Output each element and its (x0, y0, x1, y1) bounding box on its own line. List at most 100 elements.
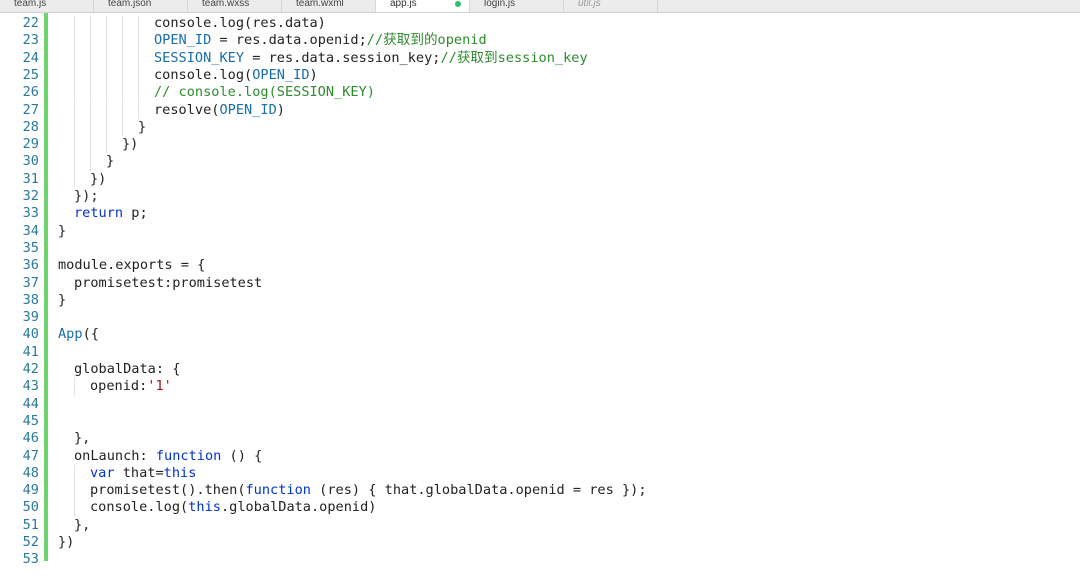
line-number: 36 (22, 257, 39, 274)
code-token: this (163, 464, 197, 481)
code-line[interactable]: 37 promisetest:promisetest (0, 275, 1080, 292)
indent-guide (74, 49, 75, 67)
line-number: 26 (22, 84, 39, 101)
code-line[interactable]: 43 openid:'1' (0, 378, 1080, 396)
code-text: promisetest:promisetest (74, 275, 262, 292)
code-line[interactable]: 31}) (0, 170, 1080, 188)
indent-guide (138, 101, 139, 119)
code-editor[interactable]: 22 console.log(res.data) 23 OPEN_ID = res.d… (0, 13, 1080, 577)
code-token: } (106, 153, 115, 170)
indent-guide (74, 101, 75, 119)
indent-guide (106, 136, 107, 154)
line-number: 51 (22, 516, 39, 533)
code-line[interactable]: 39 (0, 309, 1080, 326)
code-token: var (90, 464, 115, 481)
indent-guide (106, 66, 107, 85)
code-line[interactable]: 24 SESSION_KEY = res.data.session_key;//获… (0, 49, 1080, 67)
indent-guide (90, 118, 91, 137)
tab-team-wxml[interactable]: team.wxml (282, 0, 376, 12)
indent-guide (90, 101, 91, 119)
line-number: 45 (22, 412, 39, 429)
code-line[interactable]: 44 (0, 396, 1080, 413)
code-line[interactable]: 29}) (0, 136, 1080, 154)
code-line[interactable]: 25 console.log(OPEN_ID) (0, 66, 1080, 85)
code-line[interactable]: 28} (0, 118, 1080, 137)
code-line[interactable]: 47 onLaunch: function () { (0, 448, 1080, 465)
code-line[interactable]: 38} (0, 292, 1080, 309)
code-token: .globalData.openid) (220, 499, 377, 516)
code-line[interactable]: 26 // console.log(SESSION_KEY) (0, 84, 1080, 102)
code-line[interactable]: 51}, (0, 517, 1080, 534)
indent-guide (74, 66, 75, 85)
indent-guide (74, 84, 75, 102)
indent-guide (106, 15, 107, 33)
line-number: 47 (22, 447, 39, 464)
code-line[interactable]: 41 (0, 344, 1080, 361)
code-line[interactable]: 53 (0, 551, 1080, 568)
tab-util-js[interactable]: util.js (564, 0, 658, 12)
line-number: 48 (22, 464, 39, 481)
code-line[interactable]: 48 var that=this (0, 464, 1080, 483)
indent-guide (74, 32, 75, 50)
code-line[interactable]: 40 App({ (0, 326, 1080, 343)
line-number: 28 (22, 118, 39, 135)
editor-tab-bar: team.js team.json team.wxss team.wxml app.js… (0, 0, 1080, 13)
indent-guide (106, 84, 107, 102)
code-token: } (138, 118, 147, 135)
line-number: 24 (22, 49, 39, 66)
line-number: 32 (22, 188, 39, 204)
code-text: }) (58, 534, 74, 551)
indent-guide (106, 49, 107, 67)
indent-guide (90, 66, 91, 85)
code-text: App({ (58, 326, 99, 343)
code-line[interactable]: 30} (0, 153, 1080, 171)
tab-team-json[interactable]: team.json (94, 0, 188, 12)
indent-guide (74, 15, 75, 33)
tab-login-js[interactable]: login.js (470, 0, 564, 12)
code-token: = res.data.openid; (211, 32, 367, 49)
tab-team-js[interactable]: team.js (0, 0, 94, 12)
code-line[interactable]: 27 resolve(OPEN_ID) (0, 101, 1080, 119)
code-line[interactable]: 34} (0, 223, 1080, 240)
code-line[interactable]: 36 module.exports = { (0, 257, 1080, 274)
code-line[interactable]: 52}) (0, 534, 1080, 551)
code-text: } (58, 292, 66, 309)
code-token: ) (309, 66, 318, 83)
code-text: onLaunch: function () { (74, 448, 262, 465)
indent-guide (74, 118, 75, 137)
tab-team-wxss[interactable]: team.wxss (188, 0, 282, 12)
code-line[interactable]: 35 (0, 240, 1080, 257)
code-line[interactable]: 23 OPEN_ID = res.data.openid;//获取到的openid (0, 32, 1080, 50)
code-line[interactable]: 49 promisetest().then(function (res) { th… (0, 482, 1080, 500)
indent-guide (74, 482, 75, 500)
tab-label: team.wxss (202, 0, 250, 9)
indent-guide (106, 32, 107, 50)
code-line[interactable]: 32}); (0, 188, 1080, 205)
indent-guide (74, 378, 75, 396)
code-line[interactable]: 45 (0, 413, 1080, 430)
line-number: 23 (22, 32, 39, 49)
code-token: }) (122, 136, 139, 153)
indent-guide (74, 136, 75, 154)
code-text: console.log(OPEN_ID) (154, 67, 318, 84)
indent-guide (138, 84, 139, 102)
code-line[interactable]: 33 return p; (0, 205, 1080, 222)
line-number: 30 (22, 153, 39, 170)
code-line[interactable]: 50 console.log(this.globalData.openid) (0, 499, 1080, 517)
indent-guide (122, 101, 123, 119)
code-line[interactable]: 46}, (0, 430, 1080, 447)
indent-guide (90, 49, 91, 67)
code-line[interactable]: 42 globalData: { (0, 361, 1080, 378)
code-token: console.log( (154, 66, 253, 83)
line-number: 27 (22, 101, 39, 118)
indent-guide (122, 66, 123, 85)
code-token: }, (74, 516, 91, 533)
code-token: module.exports = { (58, 257, 206, 274)
code-token: promisetest().then( (90, 482, 246, 499)
code-token: p; (123, 205, 148, 222)
line-number: 49 (22, 482, 39, 499)
tab-app-js[interactable]: app.js (376, 0, 470, 12)
code-line[interactable]: 22 console.log(res.data) (0, 15, 1080, 33)
indent-guide (90, 15, 91, 33)
code-token: '1' (147, 378, 172, 395)
